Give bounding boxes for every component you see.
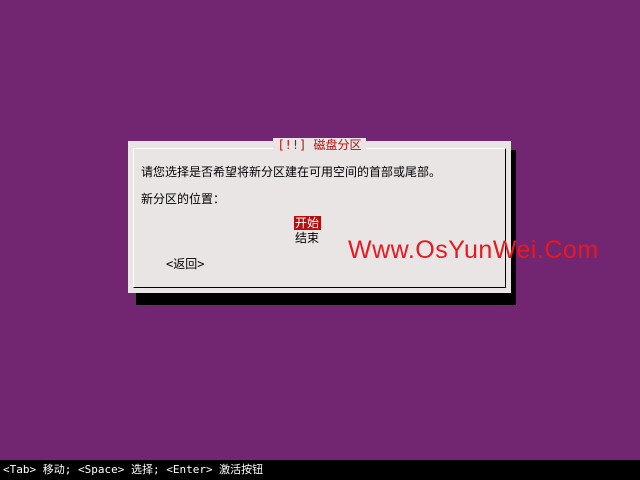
dialog-title: [!!] 磁盘分区	[128, 138, 511, 152]
option-start[interactable]: 开始	[294, 216, 322, 230]
watermark-text: Www.OsYunWei.Com	[348, 236, 599, 264]
status-bar: <Tab> 移动; <Space> 选择; <Enter> 激活按钮	[0, 460, 640, 480]
option-end[interactable]: 结束	[294, 231, 321, 245]
dialog-prompt: 请您选择是否希望将新分区建在可用空间的首部或尾部。	[141, 165, 442, 179]
keyboard-help-text: <Tab> 移动; <Space> 选择; <Enter> 激活按钮	[3, 463, 264, 476]
installer-screen: [!!] 磁盘分区 请您选择是否希望将新分区建在可用空间的首部或尾部。 新分区的…	[0, 0, 640, 480]
back-button[interactable]: <返回>	[166, 256, 204, 272]
position-label: 新分区的位置：	[141, 192, 226, 206]
dialog-title-text: [!!] 磁盘分区	[273, 138, 366, 152]
